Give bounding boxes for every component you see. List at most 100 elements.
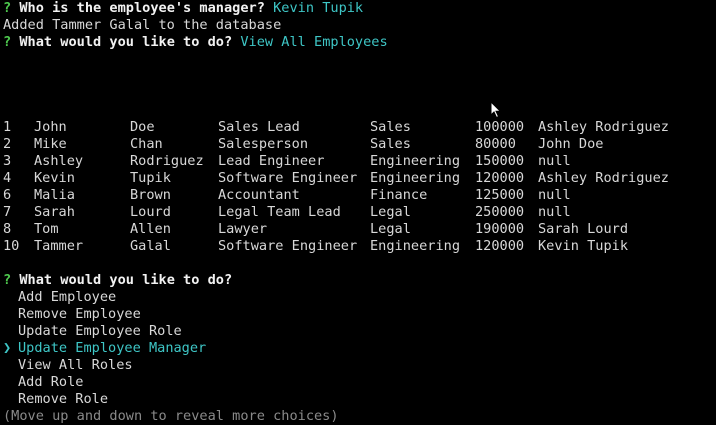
menu-item[interactable]: Add Employee — [3, 289, 716, 306]
cell-salary: 150000 — [475, 153, 525, 169]
cell-title: Software Engineer — [218, 238, 358, 254]
cell-first-name: Tom — [34, 221, 59, 237]
cell-last-name: Lourd — [130, 204, 171, 220]
terminal-window[interactable]: ? Who is the employee's manager? Kevin T… — [0, 0, 716, 425]
cell-last-name: Doe — [130, 119, 155, 135]
cell-id: 6 — [3, 187, 12, 203]
cell-first-name: Mike — [34, 136, 67, 152]
selection-pointer-icon: ❯ — [3, 340, 12, 356]
cell-manager: Kevin Tupik — [538, 238, 629, 254]
menu-item[interactable]: Remove Role — [3, 391, 716, 408]
cell-salary: 125000 — [475, 187, 525, 203]
cell-id: 4 — [3, 170, 12, 186]
cell-department: Engineering — [370, 238, 461, 254]
menu-item-label: Add Role — [18, 374, 84, 390]
cell-salary: 250000 — [475, 204, 525, 220]
menu-item-label: Remove Role — [18, 391, 109, 407]
table-row: 7 Sarah Lourd Legal Team Lead Legal 250000 nul… — [3, 204, 716, 221]
table-row: 6 Malia Brown Accountant Finance 125000 null — [3, 187, 716, 204]
menu-item[interactable]: Update Employee Role — [3, 323, 716, 340]
cell-first-name: Tammer — [34, 238, 84, 254]
action-question-line: ? What would you like to do? View All Em… — [3, 34, 716, 51]
cell-manager: Sarah Lourd — [538, 221, 629, 237]
cell-department: Legal — [370, 204, 411, 220]
cell-first-name: Malia — [34, 187, 75, 203]
table-body: 1 John Doe Sales Lead Sales 100000 Ashley Rodr… — [3, 119, 716, 255]
prompt-question-mark: ? — [3, 272, 12, 288]
cell-manager: John Doe — [538, 136, 604, 152]
cell-department: Engineering — [370, 153, 461, 169]
cell-salary: 100000 — [475, 119, 525, 135]
cell-department: Sales — [370, 119, 411, 135]
table-row: 1 John Doe Sales Lead Sales 100000 Ashley Rodr… — [3, 119, 716, 136]
cell-first-name: John — [34, 119, 67, 135]
menu-question: What would you like to do? — [19, 272, 233, 288]
cell-last-name: Galal — [130, 238, 171, 254]
cell-id: 1 — [3, 119, 12, 135]
choice-menu[interactable]: Add Employee Remove Employee Update Employ… — [3, 289, 716, 408]
cell-last-name: Brown — [130, 187, 171, 203]
menu-question-line: ? What would you like to do? — [3, 272, 716, 289]
menu-item-label: Add Employee — [18, 289, 117, 305]
cell-title: Sales Lead — [218, 119, 300, 135]
menu-item[interactable]: View All Roles — [3, 357, 716, 374]
menu-item-label: View All Roles — [18, 357, 133, 373]
table-row: 2 Mike Chan Salesperson Sales 80000 John Doe — [3, 136, 716, 153]
cell-department: Legal — [370, 221, 411, 237]
added-confirmation: Added Tammer Galal to the database — [3, 17, 282, 33]
table-row: 3 Ashley Rodriguez Lead Engineer Engineering… — [3, 153, 716, 170]
action-question: What would you like to do? — [19, 34, 233, 50]
cell-id: 3 — [3, 153, 12, 169]
cell-manager: Ashley Rodriguez — [538, 170, 669, 186]
cell-title: Accountant — [218, 187, 300, 203]
menu-item-selected[interactable]: ❯ Update Employee Manager — [3, 340, 716, 357]
menu-item-label: Update Employee Role — [18, 323, 182, 339]
table-row: 4 Kevin Tupik Software Engineer Engineering 1… — [3, 170, 716, 187]
menu-hint: (Move up and down to reveal more choices… — [3, 408, 339, 424]
table-row: 8 Tom Allen Lawyer Legal 190000 Sarah Lourd — [3, 221, 716, 238]
cell-manager: null — [538, 153, 571, 169]
cell-title: Legal Team Lead — [218, 204, 341, 220]
cell-department: Sales — [370, 136, 411, 152]
cell-department: Finance — [370, 187, 428, 203]
cell-salary: 190000 — [475, 221, 525, 237]
cell-title: Lawyer — [218, 221, 268, 237]
cell-last-name: Rodriguez — [130, 153, 204, 169]
mouse-pointer-icon — [490, 101, 502, 119]
cell-title: Salesperson — [218, 136, 309, 152]
cell-salary: 120000 — [475, 170, 525, 186]
cell-first-name: Sarah — [34, 204, 75, 220]
cell-first-name: Kevin — [34, 170, 75, 186]
menu-item[interactable]: Remove Employee — [3, 306, 716, 323]
cell-salary: 120000 — [475, 238, 525, 254]
cell-title: Lead Engineer — [218, 153, 325, 169]
manager-question-line: ? Who is the employee's manager? Kevin T… — [3, 0, 716, 17]
menu-item[interactable]: Add Role — [3, 374, 716, 391]
cell-manager: Ashley Rodriguez — [538, 119, 669, 135]
manager-answer: Kevin Tupik — [273, 0, 364, 16]
menu-item-label: Remove Employee — [18, 306, 141, 322]
cell-first-name: Ashley — [34, 153, 84, 169]
cell-id: 8 — [3, 221, 12, 237]
cell-id: 10 — [3, 238, 20, 254]
cell-salary: 80000 — [475, 136, 516, 152]
cell-manager: null — [538, 187, 571, 203]
cell-id: 7 — [3, 204, 12, 220]
cell-id: 2 — [3, 136, 12, 152]
cell-title: Software Engineer — [218, 170, 358, 186]
employee-table: idfirst_namelast_nametitledepartmentsala… — [3, 85, 716, 255]
cell-last-name: Tupik — [130, 170, 171, 186]
action-answer: View All Employees — [240, 34, 388, 50]
cell-last-name: Chan — [130, 136, 163, 152]
table-row: 10 Tammer Galal Software Engineer Engineerin… — [3, 238, 716, 255]
prompt-question-mark: ? — [3, 0, 12, 16]
table-header-row: idfirst_namelast_nametitledepartmentsala… — [3, 85, 716, 102]
table-separator-row: ----------------------------------------… — [3, 102, 716, 119]
cell-last-name: Allen — [130, 221, 171, 237]
prompt-question-mark: ? — [3, 34, 12, 50]
manager-question: Who is the employee's manager? — [19, 0, 265, 16]
cell-department: Engineering — [370, 170, 461, 186]
